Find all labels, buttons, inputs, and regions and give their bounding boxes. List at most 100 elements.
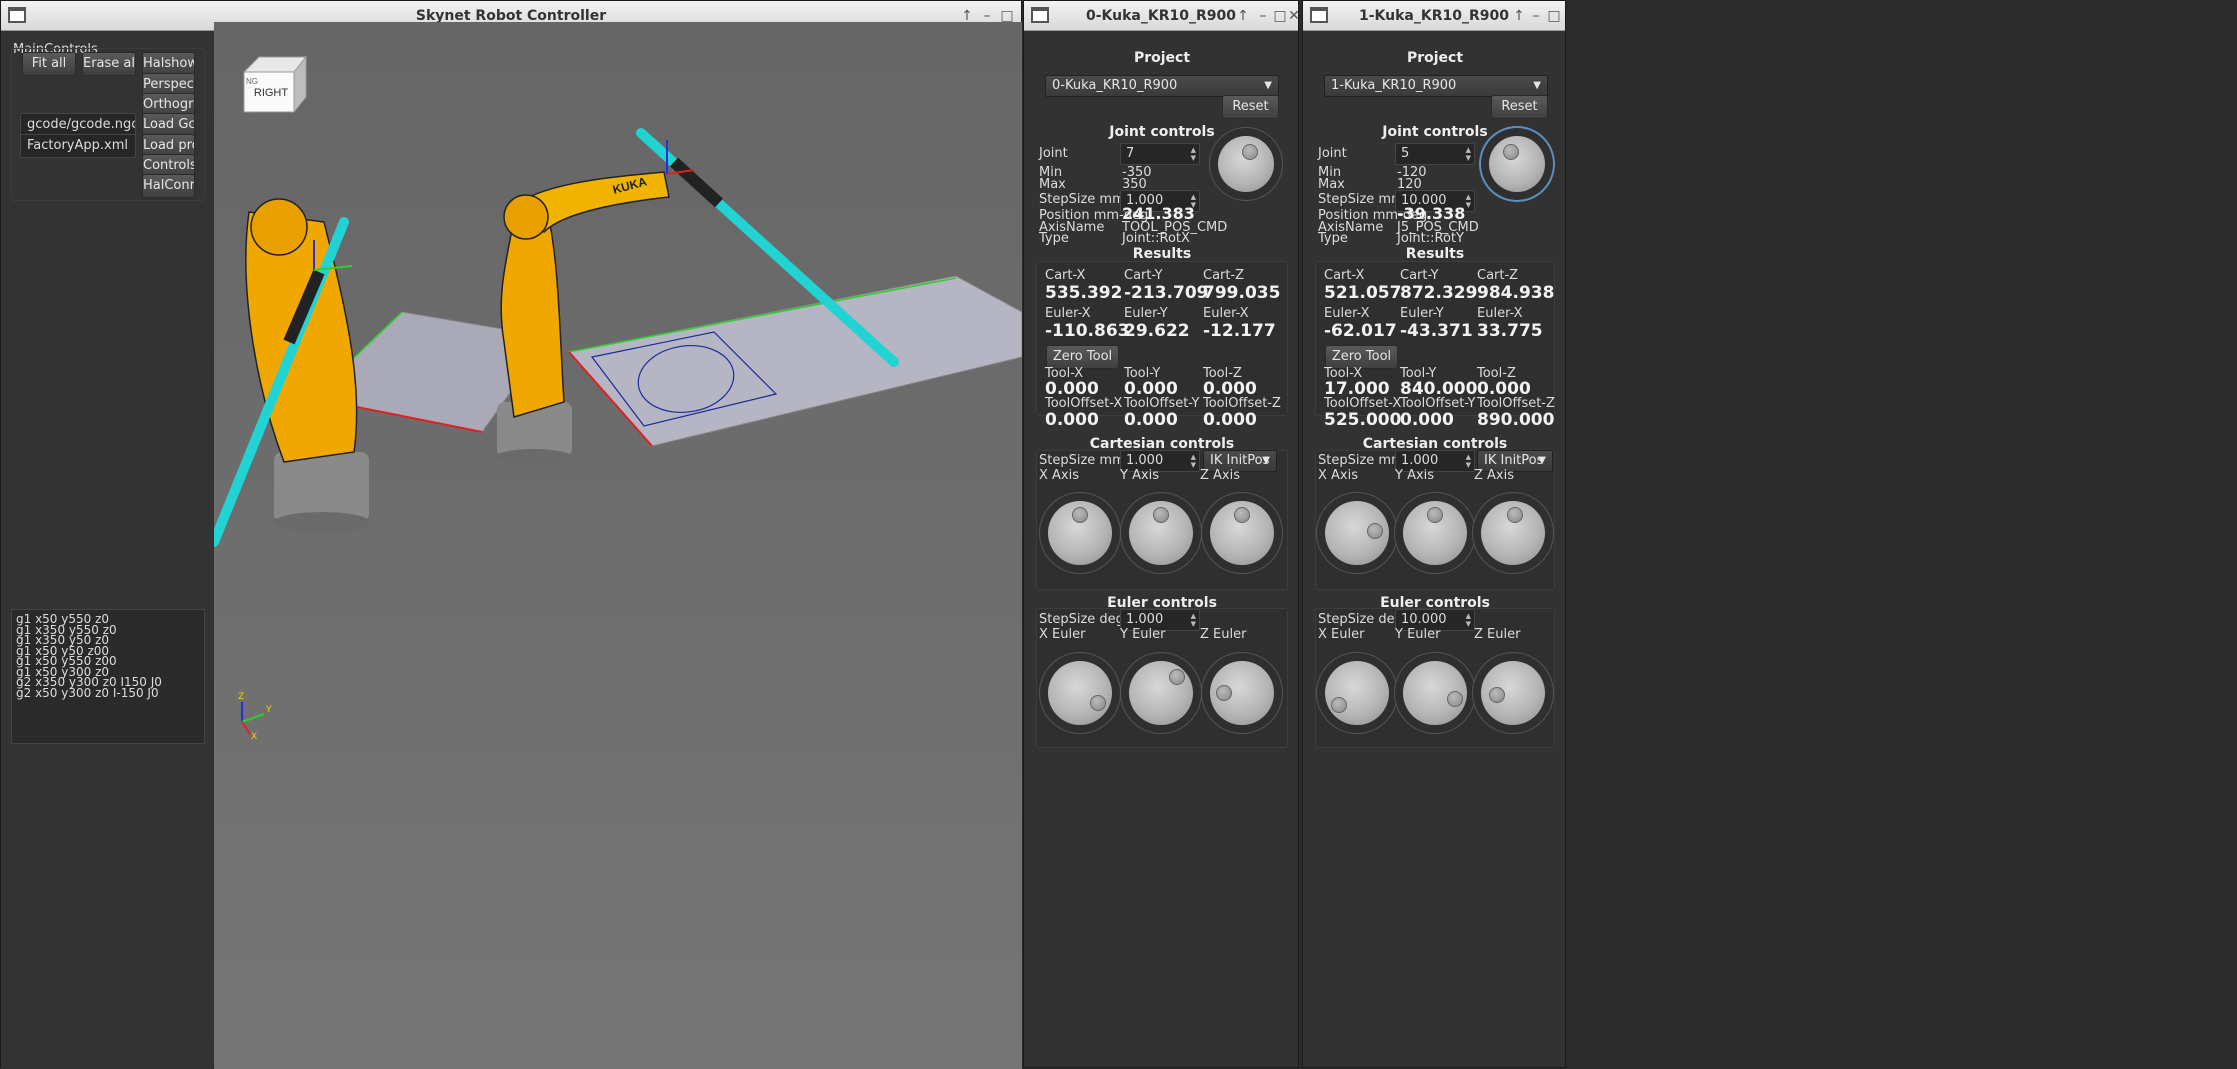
project-header: Project — [1406, 50, 1464, 66]
cart-x-value: 521.057 — [1324, 283, 1402, 303]
cart-x-label: Cart-X — [1045, 268, 1086, 283]
max-label: Max — [1039, 177, 1066, 192]
stepsize-label: StepSize mm — [1318, 192, 1404, 207]
reset-button[interactable]: Reset — [1222, 95, 1279, 119]
results-header: Results — [1405, 246, 1465, 262]
x-axis-dial[interactable] — [1325, 501, 1389, 565]
euler-z-value: -12.177 — [1203, 321, 1276, 341]
axis-y-label: Y — [265, 705, 272, 715]
euler-x-label: Euler-X — [1324, 306, 1370, 321]
main-window: Skynet Robot Controller ↑ – □ MainContro… — [0, 0, 1022, 1069]
y-euler-dial[interactable] — [1403, 661, 1467, 725]
y-euler-label: Y Euler — [1120, 627, 1166, 642]
euler-z-label: Euler-X — [1477, 306, 1523, 321]
panel-1-titlebar[interactable]: 1-Kuka_KR10_R900 ↑ – □ — [1303, 1, 1565, 31]
cart-x-value: 535.392 — [1045, 283, 1123, 303]
euler-x-label: Euler-X — [1045, 306, 1091, 321]
fit-all-button[interactable]: Fit all — [22, 52, 76, 76]
axis-indicator: Z Y X — [238, 692, 272, 742]
robot-1[interactable] — [214, 198, 370, 547]
maximize-icon[interactable]: □ — [1543, 5, 1565, 27]
robot-panel-0: 0-Kuka_KR10_R900 ↑ – □ ✕ Project 0-Kuka_… — [1023, 0, 1300, 1068]
tooloffset-z-label: ToolOffset-Z — [1477, 396, 1555, 411]
euler-y-value: -43.371 — [1400, 321, 1473, 341]
joint-spinbox[interactable]: 7 ▲ ▼ — [1120, 143, 1200, 165]
tooloffset-x-label: ToolOffset-X — [1324, 396, 1402, 411]
tooloffset-y-value: 0.000 — [1124, 410, 1178, 430]
joint-dial[interactable] — [1489, 136, 1545, 192]
project-combo[interactable]: 1-Kuka_KR10_R900 ▼ — [1324, 75, 1548, 97]
results-header: Results — [1132, 246, 1192, 262]
tooloffset-x-label: ToolOffset-X — [1045, 396, 1123, 411]
joint-label: Joint — [1318, 146, 1347, 161]
cart-x-label: Cart-X — [1324, 268, 1365, 283]
type-value: Joint::RotY — [1397, 231, 1464, 246]
cart-y-label: Cart-Y — [1124, 268, 1163, 283]
cart-step-label: StepSize mm — [1039, 453, 1125, 468]
floor-plane — [568, 275, 1022, 447]
cart-y-value: -213.709 — [1124, 283, 1209, 303]
joint-label: Joint — [1039, 146, 1068, 161]
joint-dial[interactable] — [1218, 136, 1274, 192]
x-euler-dial[interactable] — [1325, 661, 1389, 725]
euler-x-value: -110.863 — [1045, 321, 1130, 341]
y-euler-dial[interactable] — [1129, 661, 1193, 725]
y-axis-dial[interactable] — [1129, 501, 1193, 565]
view-cube[interactable]: RIGHT NG — [242, 55, 308, 114]
y-axis-dial[interactable] — [1403, 501, 1467, 565]
x-euler-dial[interactable] — [1048, 661, 1112, 725]
cart-z-label: Cart-Z — [1477, 268, 1519, 283]
joint-controls-header: Joint controls — [1109, 124, 1215, 140]
reset-button[interactable]: Reset — [1491, 95, 1548, 119]
euler-y-label: Euler-Y — [1400, 306, 1444, 321]
euler-x-value: -62.017 — [1324, 321, 1397, 341]
axis-z-label: Z — [238, 692, 244, 702]
gcode-editor[interactable]: g1 x50 y550 z0 g1 x350 y550 z0 g1 x350 y… — [11, 609, 205, 744]
z-euler-label: Z Euler — [1474, 627, 1521, 642]
type-label: Type — [1318, 231, 1348, 246]
stepsize-label: StepSize mm — [1039, 192, 1125, 207]
y-axis-label: Y Axis — [1120, 468, 1160, 483]
z-euler-label: Z Euler — [1200, 627, 1247, 642]
type-label: Type — [1039, 231, 1069, 246]
z-axis-label: Z Axis — [1474, 468, 1515, 483]
tooloffset-z-value: 890.000 — [1477, 410, 1555, 430]
z-axis-dial[interactable] — [1210, 501, 1274, 565]
scene-svg: RIGHT NG KUKA Z Y X — [214, 55, 1022, 742]
gcode-line: g2 x50 y300 z0 I-150 J0 — [16, 685, 159, 700]
z-euler-dial[interactable] — [1481, 661, 1545, 725]
cart-z-label: Cart-Z — [1203, 268, 1245, 283]
view-cube-side-label: NG — [246, 77, 258, 86]
tooloffset-x-value: 525.000 — [1324, 410, 1402, 430]
x-euler-label: X Euler — [1039, 627, 1086, 642]
tooloffset-z-label: ToolOffset-Z — [1203, 396, 1281, 411]
tooloffset-y-label: ToolOffset-Y — [1124, 396, 1200, 411]
right-strip — [1567, 0, 2237, 1068]
cart-y-label: Cart-Y — [1400, 268, 1439, 283]
pin-icon[interactable]: ↑ — [1232, 5, 1254, 27]
x-axis-label: X Axis — [1318, 468, 1359, 483]
z-axis-dial[interactable] — [1481, 501, 1545, 565]
euler-z-label: Euler-X — [1203, 306, 1249, 321]
axis-x-label: X — [251, 732, 257, 742]
project-file-field[interactable]: FactoryApp.xml — [20, 134, 136, 158]
y-axis-label: Y Axis — [1395, 468, 1435, 483]
z-axis-label: Z Axis — [1200, 468, 1241, 483]
panel-0-titlebar[interactable]: 0-Kuka_KR10_R900 ↑ – □ ✕ — [1024, 1, 1300, 31]
tooloffset-y-label: ToolOffset-Y — [1400, 396, 1476, 411]
tooloffset-x-value: 0.000 — [1045, 410, 1099, 430]
project-combo[interactable]: 0-Kuka_KR10_R900 ▼ — [1045, 75, 1279, 97]
view-cube-label: RIGHT — [254, 87, 289, 99]
project-header: Project — [1133, 50, 1191, 66]
tooloffset-y-value: 0.000 — [1400, 410, 1454, 430]
erase-all-button[interactable]: Erase all — [82, 52, 136, 76]
x-axis-dial[interactable] — [1048, 501, 1112, 565]
cart-step-label: StepSize mm — [1318, 453, 1404, 468]
z-euler-dial[interactable] — [1210, 661, 1274, 725]
type-value: Joint::RotX — [1122, 231, 1190, 246]
joint-spinbox[interactable]: 5 ▲ ▼ — [1395, 143, 1475, 165]
3d-viewport[interactable]: RIGHT NG KUKA Z Y X — [214, 22, 1022, 1069]
halcontrols-button[interactable]: HalConrols — [142, 174, 195, 198]
cart-z-value: 984.938 — [1477, 283, 1555, 303]
left-panel: MainControls Fit all Erase all Halshow P… — [1, 32, 213, 1069]
